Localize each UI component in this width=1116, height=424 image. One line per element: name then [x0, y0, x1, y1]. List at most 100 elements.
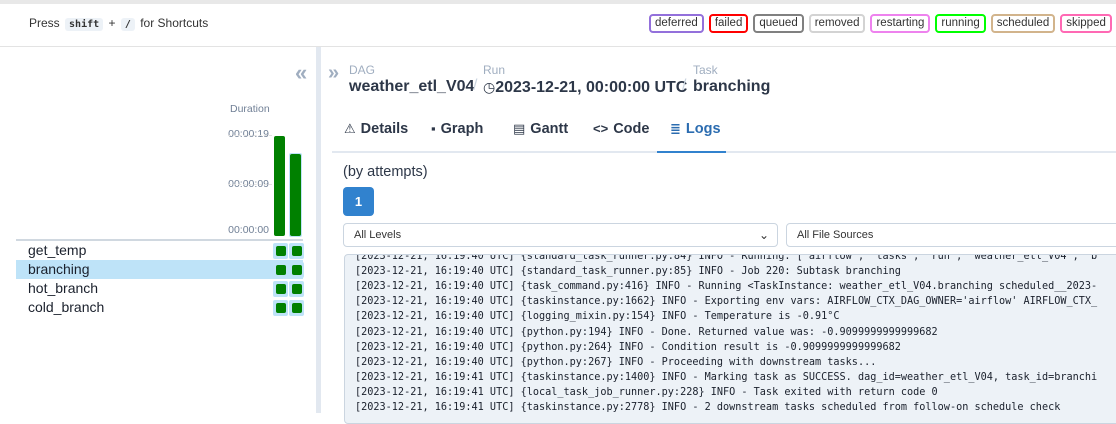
slash-key: /	[120, 18, 135, 31]
shortcut-suffix: for Shortcuts	[140, 16, 209, 30]
legend-badge-queued[interactable]: queued	[753, 14, 804, 33]
log-level-value: All Levels	[354, 229, 402, 241]
header-bar: Press shift + / for Shortcuts deferred fa…	[0, 4, 1116, 44]
tab-graph[interactable]: ▪ Graph	[431, 121, 483, 137]
legend-badge-restarting[interactable]: restarting	[870, 14, 931, 33]
tab-code[interactable]: <> Code	[593, 121, 649, 137]
breadcrumb-dag[interactable]: DAG weather_etl_V04	[349, 64, 474, 97]
task-instance-cell[interactable]	[289, 280, 304, 297]
task-instance-status[interactable]	[275, 245, 286, 256]
legend-badge-scheduled[interactable]: scheduled	[990, 14, 1056, 33]
log-line: [2023-12-21, 16:19:41 UTC] {taskinstance…	[355, 402, 1061, 413]
expand-chevron-icon[interactable]: »	[328, 62, 339, 85]
shortcut-prefix: Press	[29, 16, 60, 30]
clock-icon: ◷	[483, 79, 496, 95]
active-tab-indicator	[657, 151, 726, 153]
log-output[interactable]: [2023-12-21, 16:19:40 UTC] {standard_tas…	[344, 254, 1116, 424]
tab-gantt-label: Gantt	[530, 121, 569, 137]
breadcrumb-run[interactable]: Run ◷2023-12-21, 00:00:00 UTC	[483, 64, 687, 98]
chevron-down-icon: ⌄	[758, 228, 769, 242]
file-source-value: All File Sources	[797, 229, 874, 241]
tab-graph-label: Graph	[440, 121, 484, 137]
log-line: [2023-12-21, 16:19:40 UTC] {standard_tas…	[355, 254, 1098, 262]
task-instance-status[interactable]	[275, 302, 286, 313]
legend-badge-running[interactable]: running	[935, 14, 986, 33]
attempt-1-button[interactable]: 1	[343, 187, 374, 216]
task-instance-status[interactable]	[291, 302, 302, 313]
log-line: [2023-12-21, 16:19:40 UTC] {logging_mixi…	[355, 311, 840, 323]
task-label[interactable]: cold_branch	[28, 299, 104, 315]
breadcrumb-separator: /	[682, 77, 687, 94]
legend-badge-deferred[interactable]: deferred	[649, 14, 704, 33]
shortcut-plus: +	[108, 16, 116, 30]
warning-triangle-icon: ⚠	[344, 121, 356, 136]
breadcrumb-run-value: 2023-12-21, 00:00:00 UTC	[495, 79, 688, 96]
tab-logs-label: Logs	[685, 121, 721, 137]
gantt-icon: ▤	[513, 121, 526, 136]
tab-gantt[interactable]: ▤ Gantt	[513, 121, 568, 137]
task-row-get_temp[interactable]: get_temp	[16, 241, 304, 260]
tab-logs[interactable]: ≣ Logs	[670, 121, 721, 137]
run-duration-bar[interactable]	[290, 154, 301, 236]
task-row-branching[interactable]: branching	[16, 260, 304, 279]
panel-resize-handle[interactable]	[316, 47, 321, 413]
task-row-cold_branch[interactable]: cold_branch	[16, 298, 304, 317]
graph-icon: ▪	[431, 121, 436, 136]
task-instance-cell[interactable]	[273, 242, 288, 259]
duration-tick-min: 00:00:00	[228, 224, 269, 236]
breadcrumb-task[interactable]: Task branching	[693, 64, 770, 97]
task-label[interactable]: get_temp	[28, 242, 86, 258]
breadcrumb-dag-value[interactable]: weather_etl_V04	[349, 77, 474, 97]
task-instance-cell[interactable]	[273, 261, 288, 278]
list-icon: ≣	[670, 121, 681, 136]
task-instance-cell[interactable]	[273, 299, 288, 316]
log-line: [2023-12-21, 16:19:40 UTC] {standard_tas…	[355, 266, 901, 278]
log-line: [2023-12-21, 16:19:40 UTC] {python.py:26…	[355, 356, 877, 368]
log-level-select[interactable]: All Levels ⌄	[343, 223, 778, 247]
breadcrumb-dag-label: DAG	[349, 63, 376, 77]
shortcut-hint: Press shift + / for Shortcuts	[29, 16, 208, 31]
breadcrumb-task-value[interactable]: branching	[693, 77, 770, 97]
task-instance-cell[interactable]	[273, 280, 288, 297]
task-instance-status[interactable]	[291, 245, 302, 256]
duration-tick-max: 00:00:19	[228, 128, 269, 140]
breadcrumb-run-label: Run	[483, 63, 506, 77]
log-line: [2023-12-21, 16:19:40 UTC] {taskinstance…	[355, 296, 1098, 308]
attempts-label: (by attempts)	[343, 164, 428, 180]
collapse-grid-button[interactable]: «	[295, 62, 307, 84]
file-source-select[interactable]: All File Sources	[786, 223, 1116, 247]
detail-tabs: ⚠ Details ▪ Graph ▤ Gantt <> Code ≣ Logs	[332, 108, 1116, 153]
task-instance-status[interactable]	[275, 264, 286, 275]
task-instance-status[interactable]	[275, 283, 286, 294]
legend-badge-skipped[interactable]: skipped	[1060, 14, 1112, 33]
legend-badge-failed[interactable]: failed	[708, 14, 749, 33]
shift-key: shift	[65, 18, 104, 31]
run-duration-bar[interactable]	[274, 136, 285, 236]
tab-details[interactable]: ⚠ Details	[344, 121, 408, 137]
duration-label: Duration	[230, 103, 270, 115]
state-legend: deferred failed queued removed restarting run…	[649, 14, 1116, 33]
task-instance-cell[interactable]	[289, 261, 304, 278]
header-divider	[0, 46, 1116, 47]
task-instance-status[interactable]	[291, 264, 302, 275]
task-instance-cell[interactable]	[289, 299, 304, 316]
breadcrumb-run-line[interactable]: ◷2023-12-21, 00:00:00 UTC	[483, 77, 687, 98]
task-row-hot_branch[interactable]: hot_branch	[16, 279, 304, 298]
log-line: [2023-12-21, 16:19:40 UTC] {python.py:19…	[355, 326, 938, 338]
log-line: [2023-12-21, 16:19:41 UTC] {taskinstance…	[355, 371, 1098, 383]
task-instance-cell[interactable]	[289, 242, 304, 259]
task-label[interactable]: branching	[28, 261, 90, 277]
task-instance-status[interactable]	[291, 283, 302, 294]
tab-details-label: Details	[360, 121, 409, 137]
duration-gridline	[228, 184, 272, 185]
duration-gridline	[228, 135, 272, 136]
legend-badge-removed[interactable]: removed	[808, 14, 866, 33]
breadcrumb-task-label: Task	[693, 63, 718, 77]
tab-code-label: Code	[613, 121, 650, 137]
breadcrumb-separator: /	[473, 77, 478, 94]
code-icon: <>	[593, 121, 609, 136]
log-line: [2023-12-21, 16:19:41 UTC] {local_task_j…	[355, 386, 938, 398]
log-line: [2023-12-21, 16:19:40 UTC] {python.py:26…	[355, 341, 901, 353]
log-line: [2023-12-21, 16:19:40 UTC] {task_command…	[355, 281, 1098, 293]
task-label[interactable]: hot_branch	[28, 280, 98, 296]
